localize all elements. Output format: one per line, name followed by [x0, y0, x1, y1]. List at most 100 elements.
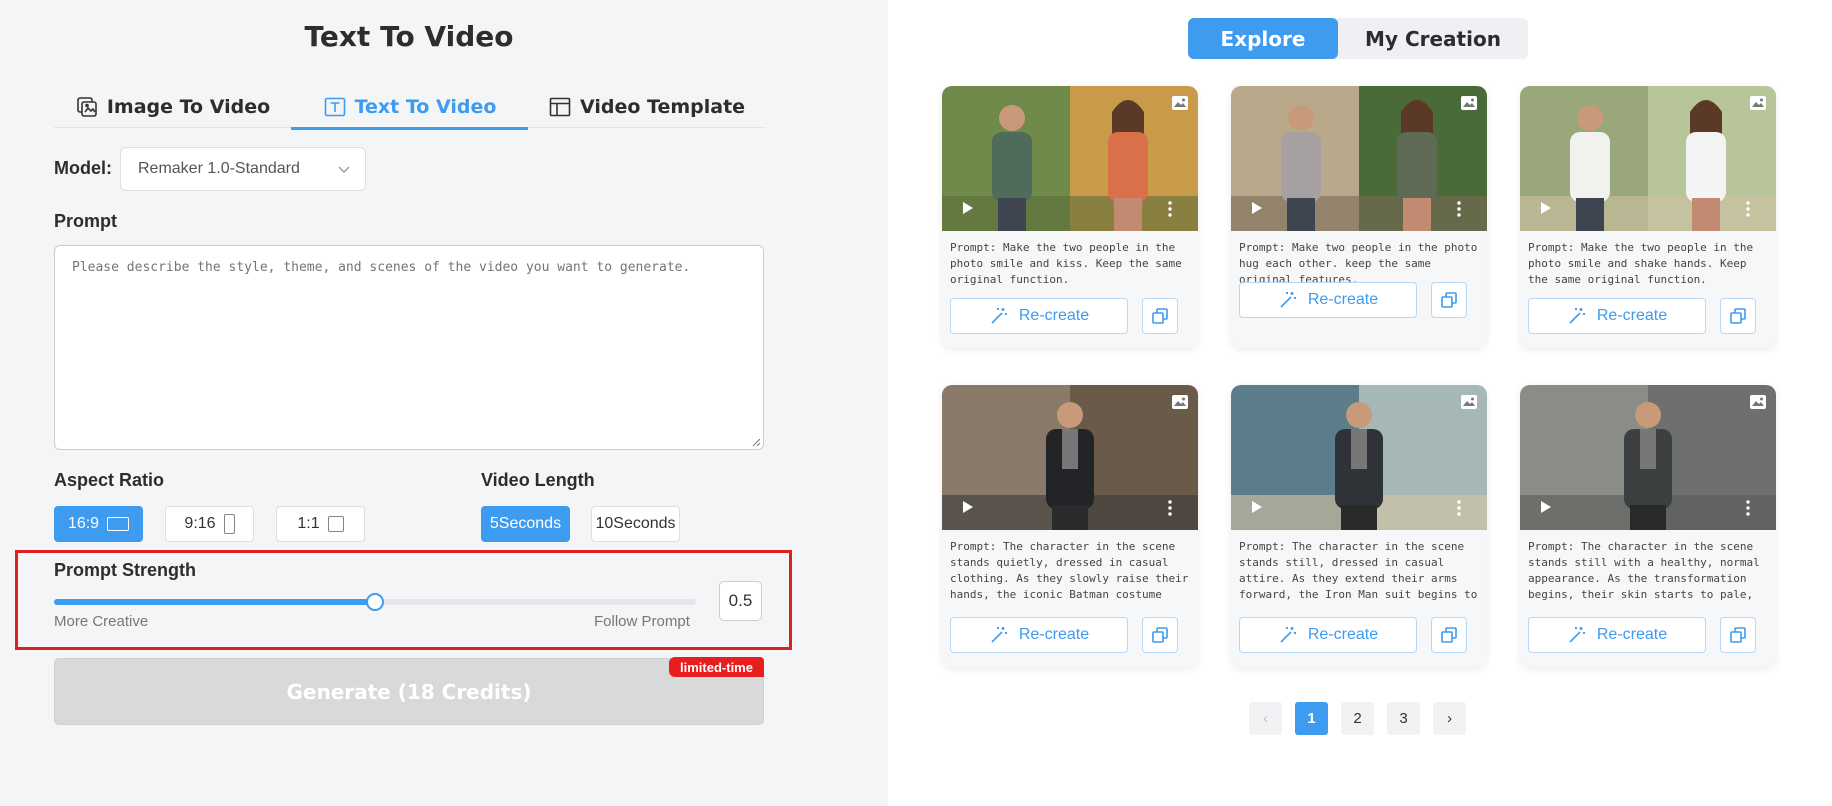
more-vertical-icon[interactable]	[1746, 201, 1750, 217]
image-to-video-icon	[77, 97, 97, 117]
copy-button[interactable]	[1720, 298, 1756, 334]
more-vertical-icon[interactable]	[1457, 500, 1461, 516]
video-thumbnail[interactable]	[1520, 86, 1776, 231]
more-vertical-icon[interactable]	[1168, 201, 1172, 217]
page-1-button[interactable]: 1	[1295, 702, 1328, 735]
page-3-button[interactable]: 3	[1387, 702, 1420, 735]
magic-wand-icon	[991, 308, 1007, 324]
more-vertical-icon[interactable]	[1168, 500, 1172, 516]
ratio-label: 9:16	[184, 515, 216, 532]
video-thumbnail[interactable]	[1231, 385, 1487, 530]
recreate-label: Re-create	[1307, 626, 1379, 643]
play-icon[interactable]	[1251, 201, 1263, 215]
tab-label: Image To Video	[106, 96, 271, 118]
recreate-button[interactable]: Re-create	[950, 298, 1128, 334]
gallery-card[interactable]: Prompt: Make two people in the photo hug…	[1231, 86, 1487, 348]
recreate-button[interactable]: Re-create	[1239, 282, 1417, 318]
card-prompt-text: Prompt: The character in the scene stand…	[950, 540, 1189, 601]
gallery-card[interactable]: Prompt: The character in the scene stand…	[1520, 385, 1776, 667]
slider-thumb[interactable]	[366, 593, 384, 611]
thumbnail-image	[1520, 385, 1776, 530]
copy-button[interactable]	[1142, 617, 1178, 653]
slider-min-label: More Creative	[54, 613, 149, 630]
video-thumbnail[interactable]	[1520, 385, 1776, 530]
card-actions: Re-create	[1528, 298, 1756, 334]
play-icon[interactable]	[1540, 201, 1552, 215]
video-thumbnail[interactable]	[1231, 86, 1487, 231]
card-actions: Re-create	[950, 298, 1178, 334]
page-2-button[interactable]: 2	[1341, 702, 1374, 735]
recreate-button[interactable]: Re-create	[1528, 298, 1706, 334]
tab-label: Text To Video	[354, 96, 497, 118]
prompt-input[interactable]	[54, 245, 764, 450]
gallery-card[interactable]: Prompt: Make the two people in the photo…	[1520, 86, 1776, 348]
aspect-16-9-button[interactable]: 16:9	[54, 506, 143, 542]
copy-button[interactable]	[1431, 617, 1467, 653]
thumbnail-image	[942, 86, 1198, 231]
model-select[interactable]: Remaker 1.0-Standard	[120, 147, 366, 191]
gallery-card[interactable]: Prompt: The character in the scene stand…	[1231, 385, 1487, 667]
recreate-label: Re-create	[1307, 291, 1379, 308]
tab-video-template[interactable]: Video Template	[528, 86, 765, 128]
recreate-button[interactable]: Re-create	[1528, 617, 1706, 653]
image-icon	[1461, 96, 1477, 110]
recreate-button[interactable]: Re-create	[1239, 617, 1417, 653]
image-icon	[1461, 395, 1477, 409]
model-value: Remaker 1.0-Standard	[138, 160, 300, 177]
play-icon[interactable]	[962, 201, 974, 215]
square-icon	[327, 516, 344, 532]
length-label: 5Seconds	[489, 515, 562, 532]
more-vertical-icon[interactable]	[1457, 201, 1461, 217]
aspect-9-16-button[interactable]: 9:16	[165, 506, 254, 542]
prev-page-button[interactable]: ‹	[1249, 702, 1282, 735]
landscape-icon	[107, 517, 130, 531]
video-thumbnail[interactable]	[942, 86, 1198, 231]
tab-image-to-video[interactable]: Image To Video	[54, 86, 291, 128]
copy-icon	[1730, 627, 1746, 643]
recreate-label: Re-create	[1018, 307, 1090, 324]
recreate-button[interactable]: Re-create	[950, 617, 1128, 653]
video-thumbnail[interactable]	[942, 385, 1198, 530]
gallery-panel: Explore My Creation Prompt: Make the two…	[888, 0, 1832, 806]
play-icon[interactable]	[1251, 500, 1263, 514]
thumbnail-image	[1231, 385, 1487, 530]
copy-button[interactable]	[1431, 282, 1467, 318]
slider-fill	[54, 599, 375, 605]
explore-tab[interactable]: Explore	[1188, 18, 1338, 59]
card-actions: Re-create	[1239, 617, 1467, 653]
recreate-label: Re-create	[1596, 626, 1668, 643]
strength-value-input[interactable]: 0.5	[719, 581, 762, 621]
prompt-strength-slider[interactable]	[54, 593, 696, 611]
prompt-strength-label: Prompt Strength	[54, 560, 196, 580]
generate-button[interactable]: Generate (18 Credits)	[54, 658, 764, 725]
next-page-button[interactable]: ›	[1433, 702, 1466, 735]
magic-wand-icon	[1280, 627, 1296, 643]
aspect-1-1-button[interactable]: 1:1	[276, 506, 365, 542]
prompt-label: Prompt	[54, 211, 117, 231]
video-length-label: Video Length	[481, 470, 595, 490]
page-title: Text To Video	[304, 20, 514, 53]
my-creation-tab[interactable]: My Creation	[1338, 18, 1528, 59]
resize-handle-icon[interactable]	[751, 437, 761, 447]
gallery-card[interactable]: Prompt: Make the two people in the photo…	[942, 86, 1198, 348]
copy-icon	[1152, 308, 1168, 324]
play-icon[interactable]	[1540, 500, 1552, 514]
copy-icon	[1152, 627, 1168, 643]
gallery-card[interactable]: Prompt: The character in the scene stand…	[942, 385, 1198, 667]
length-5s-button[interactable]: 5Seconds	[481, 506, 570, 542]
copy-button[interactable]	[1720, 617, 1756, 653]
play-icon[interactable]	[962, 500, 974, 514]
chevron-down-icon	[338, 166, 350, 173]
length-label: 10Seconds	[595, 515, 676, 532]
card-prompt-text: Prompt: Make the two people in the photo…	[1528, 241, 1754, 286]
card-prompt-text: Prompt: Make two people in the photo hug…	[1239, 241, 1478, 286]
tab-text-to-video[interactable]: Text To Video	[291, 86, 528, 130]
copy-button[interactable]	[1142, 298, 1178, 334]
portrait-icon	[223, 514, 235, 534]
more-vertical-icon[interactable]	[1746, 500, 1750, 516]
magic-wand-icon	[1569, 627, 1585, 643]
copy-icon	[1441, 627, 1457, 643]
length-10s-button[interactable]: 10Seconds	[591, 506, 680, 542]
magic-wand-icon	[1569, 308, 1585, 324]
card-actions: Re-create	[950, 617, 1178, 653]
